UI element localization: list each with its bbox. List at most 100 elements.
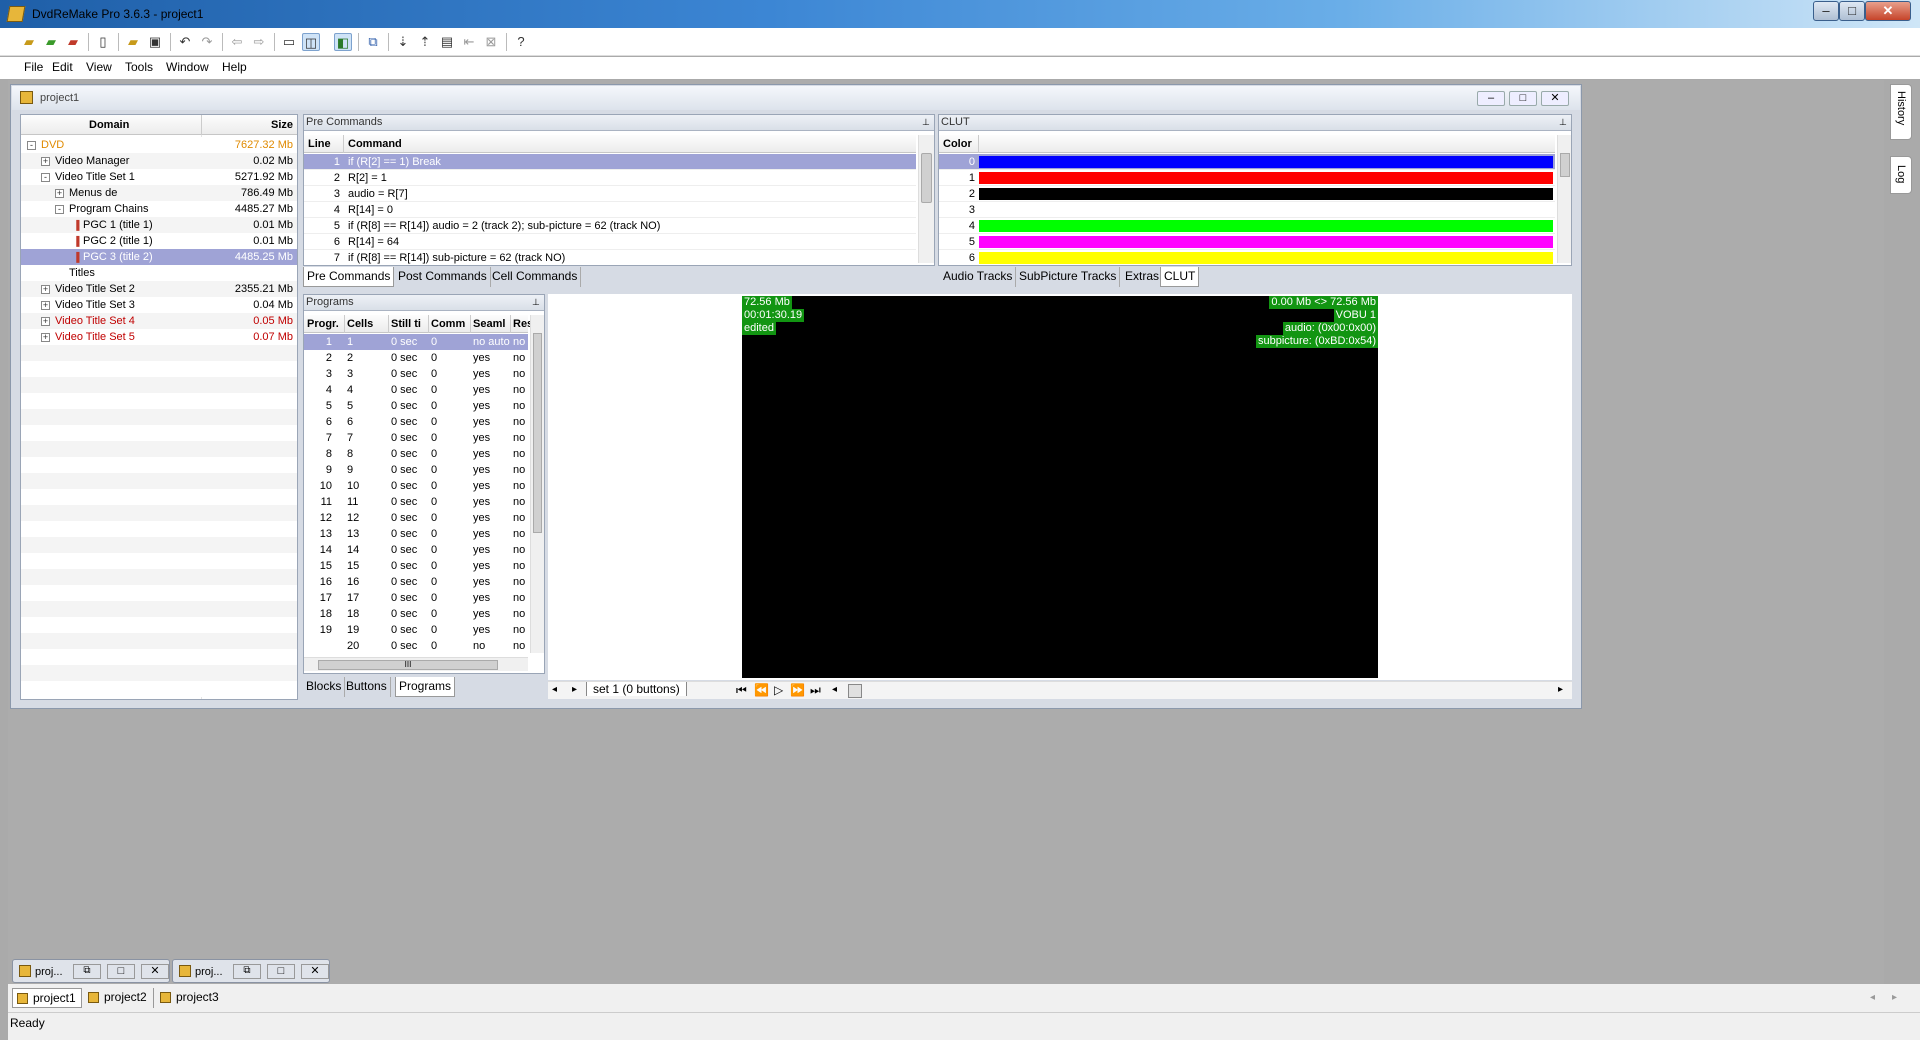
blank-icon[interactable]: ▤ [438,33,456,51]
seek-right-icon[interactable]: ▸ [1558,684,1563,695]
collapse-icon[interactable]: - [41,173,50,182]
tree-item[interactable]: ▐ PGC 2 (title 1) 0.01 Mb [21,233,297,249]
command-row[interactable]: 3 audio = R[7] [304,186,916,202]
play-icon[interactable]: ▷ [774,683,783,697]
expand-icon[interactable]: + [41,285,50,294]
pre-commands-scrollbar[interactable] [918,135,934,263]
program-row[interactable]: 9 9 0 sec 0 yes no [304,462,528,478]
back-icon[interactable]: ⇦ [228,33,246,51]
program-row[interactable]: 12 12 0 sec 0 yes no [304,510,528,526]
program-row[interactable]: 6 6 0 sec 0 yes no [304,414,528,430]
minimized-window-2[interactable]: proj... ⧉ □ ✕ [172,959,330,983]
command-row[interactable]: 5 if (R[8] == R[14]) audio = 2 (track 2);… [304,218,916,234]
tab-audio-tracks[interactable]: Audio Tracks [940,267,1017,287]
program-row[interactable]: 14 14 0 sec 0 yes no [304,542,528,558]
help-icon[interactable]: ? [512,33,530,51]
col-domain[interactable]: Domain [89,119,129,131]
clut-scrollbar[interactable] [1557,135,1571,263]
program-row[interactable]: 10 10 0 sec 0 yes no [304,478,528,494]
col-size[interactable]: Size [271,119,293,131]
open-project-icon[interactable]: ▰ [124,33,142,51]
open-folder-icon[interactable]: ▰ [20,33,38,51]
command-row[interactable]: 1 if (R[2] == 1) Break [304,154,916,170]
doc-tab-project2[interactable]: project2 [84,988,154,1008]
close-button[interactable]: ✕ [1865,1,1911,21]
tree-item[interactable]: - Program Chains 4485.27 Mb [21,201,297,217]
expand-icon[interactable]: + [55,189,64,198]
move-up-icon[interactable]: ⇡ [416,33,434,51]
last-frame-icon[interactable]: ⏭ [810,683,821,698]
restore-button[interactable]: ⧉ [73,964,101,979]
tree-item[interactable]: + Video Title Set 2 2355.21 Mb [21,281,297,297]
col-command[interactable]: Command [348,138,402,150]
close-button[interactable]: ✕ [141,964,169,979]
menu-tools[interactable]: Tools [125,60,153,74]
programs-col[interactable]: Still ti [391,318,421,330]
program-row[interactable]: 15 15 0 sec 0 yes no [304,558,528,574]
child-maximize-button[interactable]: □ [1509,91,1537,106]
col-color[interactable]: Color [943,138,972,150]
child-minimize-button[interactable]: – [1477,91,1505,106]
program-row[interactable]: 8 8 0 sec 0 yes no [304,446,528,462]
close-button[interactable]: ✕ [301,964,329,979]
clut-row[interactable]: 3 [939,202,1555,218]
collapse-icon[interactable]: - [55,205,64,214]
tab-cell-commands[interactable]: Cell Commands [489,267,582,287]
doc-tab-project1[interactable]: project1 [12,988,82,1008]
program-row[interactable]: 16 16 0 sec 0 yes no [304,574,528,590]
merge-icon[interactable]: ⧉ [364,33,382,51]
program-row[interactable]: 13 13 0 sec 0 yes no [304,526,528,542]
tree-item[interactable]: ▐ PGC 1 (title 1) 0.01 Mb [21,217,297,233]
tree-item[interactable]: - Video Title Set 1 5271.92 Mb [21,169,297,185]
programs-hscrollbar[interactable]: III [304,657,528,671]
tree-item[interactable]: + Video Title Set 5 0.07 Mb [21,329,297,345]
program-row[interactable]: 7 7 0 sec 0 yes no [304,430,528,446]
command-row[interactable]: 6 R[14] = 64 [304,234,916,250]
clut-row[interactable]: 0 [939,154,1555,170]
first-frame-icon[interactable]: ⏮ [736,683,747,698]
program-row[interactable]: 20 0 sec 0 no no [304,638,528,654]
tree-item[interactable]: Titles [21,265,297,281]
move-down-icon[interactable]: ⇣ [394,33,412,51]
new-document-icon[interactable]: ▯ [94,33,112,51]
tab-pre-commands[interactable]: Pre Commands [303,267,395,287]
program-row[interactable]: 5 5 0 sec 0 yes no [304,398,528,414]
clut-row[interactable]: 6 [939,250,1555,264]
expand-icon[interactable]: + [41,333,50,342]
tab-clut[interactable]: CLUT [1160,267,1200,287]
clut-row[interactable]: 5 [939,234,1555,250]
maximize-button[interactable]: □ [267,964,295,979]
tree-item[interactable]: + Menus de 786.49 Mb [21,185,297,201]
window-icon[interactable]: ▭ [280,33,298,51]
program-row[interactable]: 17 17 0 sec 0 yes no [304,590,528,606]
tree-item[interactable]: + Video Manager 0.02 Mb [21,153,297,169]
programs-col[interactable]: Progr. [307,318,339,330]
program-row[interactable]: 4 4 0 sec 0 yes no [304,382,528,398]
command-row[interactable]: 2 R[2] = 1 [304,170,916,186]
expand-icon[interactable]: + [41,157,50,166]
tab-blocks[interactable]: Blocks [303,677,346,697]
menu-view[interactable]: View [86,60,112,74]
tab-subpicture-tracks[interactable]: SubPicture Tracks [1016,267,1121,287]
minimize-button[interactable]: – [1813,1,1839,21]
seek-thumb[interactable] [848,684,862,698]
insert-icon[interactable]: ⇤ [460,33,478,51]
menu-edit[interactable]: Edit [52,60,73,74]
minimized-window-1[interactable]: proj... ⧉ □ ✕ [12,959,170,983]
programs-vscrollbar[interactable] [530,315,544,653]
menu-help[interactable]: Help [222,60,247,74]
tabs-scroll-right-icon[interactable]: ▸ [1892,992,1897,1003]
undo-icon[interactable]: ↶ [176,33,194,51]
expand-icon[interactable]: + [41,301,50,310]
clut-pin-icon[interactable]: ⊥ [1559,117,1567,128]
programs-pin-icon[interactable]: ⊥ [532,297,540,308]
doc-tab-project3[interactable]: project3 [156,988,226,1008]
set-tab[interactable]: set 1 (0 buttons) [586,682,687,696]
tree-item[interactable]: + Video Title Set 4 0.05 Mb [21,313,297,329]
col-line[interactable]: Line [308,138,331,150]
scroll-left-icon[interactable]: ◂ [552,684,557,695]
programs-col[interactable]: Seaml [473,318,505,330]
open-green-icon[interactable]: ▰ [42,33,60,51]
expand-icon[interactable]: + [41,317,50,326]
program-row[interactable]: 3 3 0 sec 0 yes no [304,366,528,382]
